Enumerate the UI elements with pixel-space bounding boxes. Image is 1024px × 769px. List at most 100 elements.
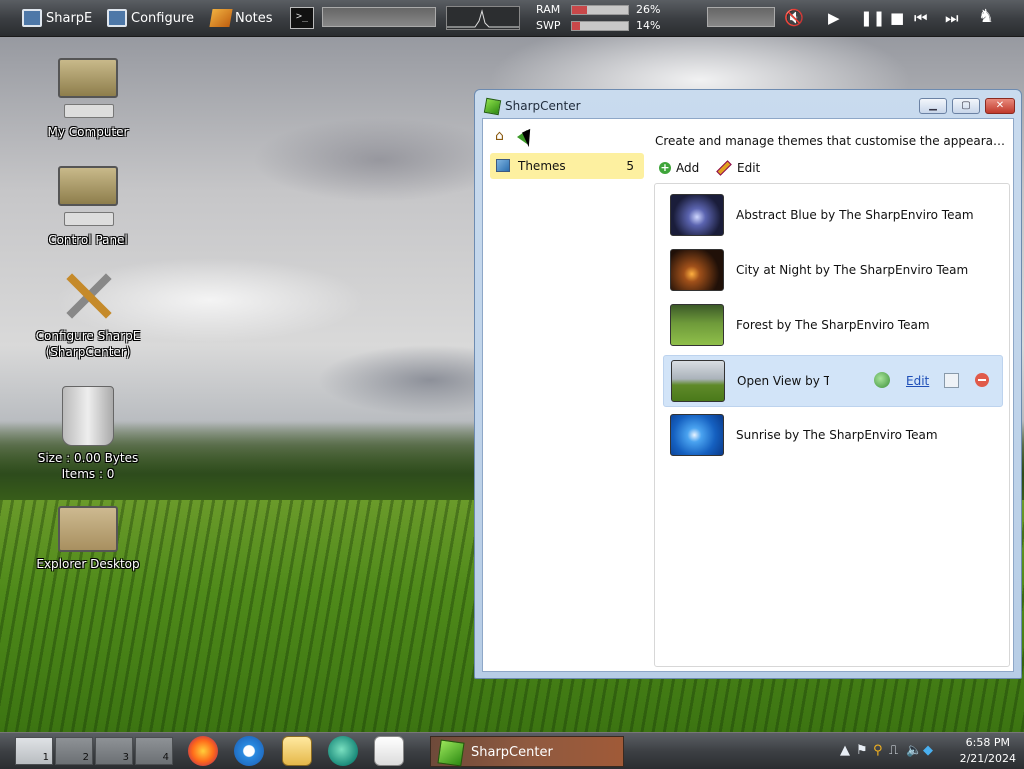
- search-icon[interactable]: ⚲: [873, 743, 883, 758]
- list-item[interactable]: Forest by The SharpEnviro Team: [663, 300, 1003, 352]
- list-item[interactable]: Abstract Blue by The SharpEnviro Team: [663, 190, 1003, 242]
- monitor-icon: [107, 9, 127, 27]
- display-icon[interactable]: ◆: [923, 743, 933, 758]
- window-title: SharpCenter: [505, 99, 581, 113]
- configure-sharpe-sublabel: (SharpCenter): [45, 345, 131, 359]
- trash-icon: [62, 386, 114, 446]
- network-icon[interactable]: ⎍: [889, 743, 898, 758]
- recycle-bin-icon[interactable]: Size : 0.00 Bytes Items : 0: [18, 386, 158, 482]
- theme-name: Sunrise by The SharpEnviro Team: [736, 428, 938, 442]
- add-button[interactable]: + Add: [659, 161, 699, 175]
- cpu-graph: [446, 6, 520, 30]
- folder-icon: [58, 506, 118, 552]
- recycle-bin-size: Size : 0.00 Bytes: [37, 451, 139, 465]
- window-titlebar[interactable]: SharpCenter ▁ ▢ ✕: [475, 90, 1021, 118]
- configure-button[interactable]: Configure: [107, 6, 194, 30]
- my-computer-label: My Computer: [47, 125, 129, 139]
- nav-item-themes-count: 5: [626, 159, 634, 173]
- virtual-desktop-number: 4: [162, 752, 169, 763]
- explorer-desktop-icon[interactable]: Explorer Desktop: [18, 506, 158, 572]
- nav-item-themes[interactable]: Themes 5: [490, 153, 644, 179]
- ram-percent: 26%: [636, 3, 661, 16]
- sharpe-menu-button[interactable]: SharpE: [22, 6, 92, 30]
- ram-meter: [571, 5, 629, 15]
- swp-label: SWP: [536, 19, 561, 32]
- swp-meter: [571, 21, 629, 31]
- sharpcenter-window: SharpCenter ▁ ▢ ✕ ⌂ Themes 5 Create and …: [474, 89, 1022, 679]
- theme-name: Open View by Th: [737, 374, 829, 388]
- volume-icon[interactable]: 🔈: [906, 743, 922, 758]
- plus-icon: +: [659, 161, 671, 174]
- virtual-desktop-number: 1: [42, 752, 49, 763]
- configure-label: Configure: [131, 10, 195, 26]
- explorer-desktop-label: Explorer Desktop: [36, 557, 140, 571]
- notes-icon: [209, 9, 233, 27]
- theme-thumbnail: [670, 249, 724, 291]
- delete-icon[interactable]: [975, 373, 989, 387]
- sharpe-label: SharpE: [46, 10, 93, 26]
- theme-name: Abstract Blue by The SharpEnviro Team: [736, 208, 974, 222]
- mouse-cursor-icon: [522, 128, 537, 148]
- terminal-icon[interactable]: >_: [290, 7, 314, 29]
- themes-list: Abstract Blue by The SharpEnviro Team Ci…: [654, 183, 1010, 667]
- clock-date: 2/21/2024: [959, 752, 1016, 765]
- firefox-icon[interactable]: [188, 736, 218, 766]
- theme-name: City at Night by The SharpEnviro Team: [736, 263, 969, 277]
- theme-thumbnail: [670, 194, 724, 236]
- media-player-icon[interactable]: [374, 736, 404, 766]
- virtual-desktop-3[interactable]: 3: [95, 737, 133, 765]
- list-item-selected[interactable]: Open View by Th Edit: [663, 355, 1003, 407]
- theme-thumbnail: [671, 360, 725, 402]
- nav-item-themes-label: Themes: [518, 159, 566, 173]
- minimize-button[interactable]: ▁: [919, 98, 947, 114]
- virtual-desktop-4[interactable]: 4: [135, 737, 173, 765]
- file-explorer-icon[interactable]: [282, 736, 312, 766]
- swp-percent: 14%: [636, 19, 661, 32]
- home-icon[interactable]: ⌂: [495, 129, 511, 143]
- notes-button[interactable]: Notes: [209, 6, 273, 30]
- computer-icon: [56, 56, 120, 120]
- volume-slider[interactable]: [707, 7, 775, 27]
- apply-theme-icon[interactable]: [874, 372, 890, 388]
- theme-thumbnail: [670, 304, 724, 346]
- notes-label: Notes: [235, 10, 273, 26]
- pause-icon[interactable]: ❚❚: [860, 9, 885, 27]
- edit-theme-link[interactable]: Edit: [906, 374, 929, 388]
- themes-icon: [496, 159, 510, 172]
- list-item[interactable]: Sunrise by The SharpEnviro Team: [663, 410, 1003, 462]
- copy-icon[interactable]: [944, 373, 959, 388]
- my-computer-icon[interactable]: My Computer: [18, 56, 158, 140]
- command-input[interactable]: [322, 7, 436, 27]
- flag-icon[interactable]: ⚑: [856, 743, 868, 758]
- add-label: Add: [676, 161, 700, 175]
- virtual-desktop-2[interactable]: 2: [55, 737, 93, 765]
- monitor-icon: [22, 9, 42, 27]
- play-icon[interactable]: ▶: [828, 9, 840, 27]
- window-client: ⌂ Themes 5 Create and manage themes that…: [482, 118, 1014, 672]
- ram-label: RAM: [536, 3, 561, 16]
- media-app-icon[interactable]: [328, 736, 358, 766]
- virtual-desktop-1[interactable]: 1: [15, 737, 53, 765]
- edit-button[interactable]: Edit: [716, 160, 761, 176]
- sharpcenter-app-icon: [437, 739, 465, 767]
- next-icon[interactable]: ⏭: [945, 9, 959, 27]
- taskbar: 1 2 3 4 SharpCenter ▲ ⚑ ⚲ ⎍ 🔈 ◆ 6:58 PM …: [0, 732, 1024, 769]
- top-bar: SharpE Configure Notes >_ RAM 26% SWP 14…: [0, 0, 1024, 37]
- clock[interactable]: 6:58 PM 2/21/2024: [960, 735, 1016, 767]
- player-icon[interactable]: ♞: [978, 6, 994, 27]
- theme-thumbnail: [670, 414, 724, 456]
- tray-expand-icon[interactable]: ▲: [840, 743, 850, 758]
- volume-muted-icon[interactable]: 🔇: [784, 8, 804, 27]
- list-item[interactable]: City at Night by The SharpEnviro Team: [663, 245, 1003, 297]
- close-button[interactable]: ✕: [985, 98, 1015, 114]
- taskbar-item-label: SharpCenter: [471, 745, 553, 760]
- control-panel-icon[interactable]: Control Panel: [18, 164, 158, 248]
- swp-meter-fill: [572, 22, 580, 30]
- configure-sharpe-icon[interactable]: Configure SharpE (SharpCenter): [18, 268, 158, 360]
- previous-icon[interactable]: ⏮: [914, 9, 928, 27]
- maximize-button[interactable]: ▢: [952, 98, 980, 114]
- taskbar-item-sharpcenter[interactable]: SharpCenter: [430, 736, 624, 767]
- stop-icon[interactable]: ■: [890, 9, 904, 27]
- internet-explorer-icon[interactable]: [234, 736, 264, 766]
- edit-label: Edit: [737, 161, 761, 175]
